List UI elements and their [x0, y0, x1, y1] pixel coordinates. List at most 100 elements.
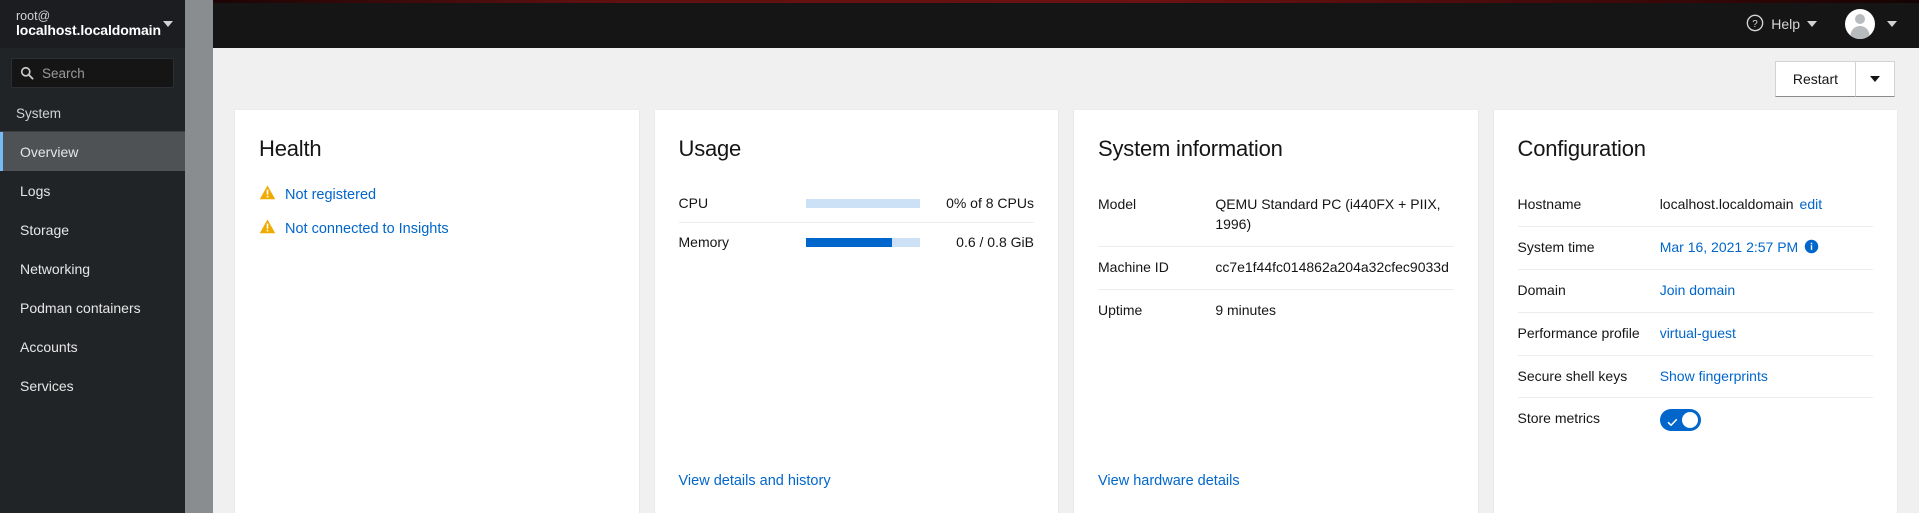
usage-card: Usage CPU 0% of 8 CPUs Memory 0.6 / 0.8 …: [654, 110, 1058, 513]
sidebar-item-label: Services: [20, 377, 74, 394]
usage-card-title: Usage: [678, 136, 742, 161]
row-key: Secure shell keys: [1517, 354, 1660, 398]
view-hardware-details-link[interactable]: View hardware details: [1098, 455, 1454, 513]
restart-button[interactable]: Restart: [1774, 61, 1855, 97]
search-box[interactable]: [11, 58, 174, 88]
row-key: Model: [1098, 196, 1137, 212]
row-value: Mar 16, 2021 2:57 PM: [1659, 225, 1873, 270]
usage-row-value: 0% of 8 CPUs: [946, 195, 1034, 211]
system-information-card-title: System information: [1098, 136, 1283, 161]
sidebar-scrollbar-gutter[interactable]: [185, 0, 213, 513]
sidebar-item-networking[interactable]: Networking: [0, 249, 185, 288]
search-input[interactable]: [42, 59, 165, 87]
row-value: QEMU Standard PC (i440FX + PIIX, 1996): [1215, 196, 1441, 232]
top-header-bar: ? Help: [213, 0, 1919, 48]
sidebar-item-services[interactable]: Services: [0, 366, 185, 405]
usage-row-value: 0.6 / 0.8 GiB: [934, 222, 1034, 261]
row-key: Machine ID: [1098, 245, 1216, 290]
memory-usage-bar-fill: [806, 237, 892, 247]
usage-row-bar-cell: [806, 222, 935, 261]
help-button[interactable]: ? Help: [1746, 14, 1817, 35]
performance-profile-link[interactable]: virtual-guest: [1660, 325, 1736, 341]
sidebar-item-label: Networking: [20, 260, 91, 277]
nav-group-title: System: [16, 106, 62, 121]
host-switcher[interactable]: root@ localhost.localdomain: [0, 0, 185, 48]
configuration-table: Hostname localhost.localdomain edit Syste…: [1517, 184, 1874, 449]
warning-triangle-icon: [259, 218, 276, 240]
table-row: Uptime 9 minutes: [1098, 288, 1454, 332]
chevron-down-icon: [1870, 76, 1880, 82]
sidebar-item-label: Logs: [20, 182, 51, 199]
row-value: [1659, 397, 1873, 449]
help-label: Help: [1771, 16, 1800, 32]
health-item-label[interactable]: Not connected to Insights: [285, 221, 449, 237]
system-time-link[interactable]: Mar 16, 2021 2:57 PM: [1660, 238, 1799, 258]
main-content: ? Help Restart Health Not registered Not…: [213, 0, 1919, 513]
chevron-down-icon: [1887, 21, 1897, 27]
page-action-bar: Restart: [213, 48, 1919, 110]
sidebar-item-accounts[interactable]: Accounts: [0, 327, 185, 366]
row-key: Store metrics: [1517, 397, 1660, 449]
user-menu-button[interactable]: [1845, 9, 1897, 39]
usage-row-label: CPU: [678, 195, 709, 211]
sidebar-item-label: Accounts: [20, 338, 78, 355]
hostname-edit-link[interactable]: edit: [1800, 196, 1823, 212]
svg-text:?: ?: [1752, 18, 1758, 29]
config-row-hostname: Hostname localhost.localdomain edit: [1518, 184, 1874, 226]
row-key: System time: [1517, 225, 1660, 270]
usage-row-cpu: CPU 0% of 8 CPUs: [679, 184, 1035, 223]
row-value: cc7e1f44fc014862a204a32cfec9033d: [1215, 245, 1454, 290]
cards-row: Health Not registered Not connected to I…: [213, 110, 1919, 513]
sidebar-item-podman-containers[interactable]: Podman containers: [0, 288, 185, 327]
show-fingerprints-link[interactable]: Show fingerprints: [1660, 368, 1768, 384]
row-value: virtual-guest: [1659, 311, 1873, 355]
host-name-label: localhost.localdomain: [16, 22, 161, 39]
usage-row-bar-cell: [806, 184, 934, 223]
config-row-secure-shell-keys: Secure shell keys Show fingerprints: [1517, 354, 1873, 398]
configuration-card-title: Configuration: [1517, 136, 1646, 161]
sidebar: root@ localhost.localdomain System Overv…: [0, 0, 185, 513]
configuration-card-spacer: [1518, 448, 1874, 513]
health-item-not-connected-insights[interactable]: Not connected to Insights: [259, 218, 615, 240]
view-details-and-history-link[interactable]: View details and history: [679, 455, 1035, 513]
check-icon: [1667, 414, 1678, 434]
row-value: Show fingerprints: [1659, 354, 1873, 398]
restart-split-button: Restart: [1774, 61, 1895, 97]
sidebar-item-label: Storage: [20, 221, 70, 238]
question-circle-icon: ?: [1746, 14, 1764, 35]
store-metrics-toggle[interactable]: [1659, 409, 1701, 434]
usage-row-memory: Memory 0.6 / 0.8 GiB: [678, 222, 1034, 261]
chevron-down-icon: [163, 21, 173, 27]
health-card-title: Health: [259, 136, 322, 161]
health-card: Health Not registered Not connected to I…: [235, 110, 639, 513]
host-user-label: root@: [16, 8, 51, 23]
row-key: Domain: [1517, 268, 1660, 313]
table-row: Machine ID cc7e1f44fc014862a204a32cfec90…: [1098, 245, 1454, 290]
sidebar-item-overview[interactable]: Overview: [0, 132, 185, 171]
health-card-spacer: [259, 252, 615, 513]
system-information-card: System information Model QEMU Standard P…: [1074, 110, 1478, 513]
table-row: Model QEMU Standard PC (i440FX + PIIX, 1…: [1098, 184, 1454, 246]
sidebar-item-storage[interactable]: Storage: [0, 210, 185, 249]
config-row-performance-profile: Performance profile virtual-guest: [1517, 311, 1873, 355]
hostname-value: localhost.localdomain: [1659, 196, 1794, 212]
toggle-knob: [1681, 412, 1698, 429]
restart-dropdown-toggle[interactable]: [1855, 61, 1895, 97]
configuration-card: Configuration Hostname localhost.localdo…: [1493, 110, 1897, 513]
health-item-not-registered[interactable]: Not registered: [259, 184, 615, 206]
row-value: Join domain: [1659, 268, 1873, 313]
row-key: Uptime: [1098, 288, 1216, 332]
system-information-table: Model QEMU Standard PC (i440FX + PIIX, 1…: [1098, 184, 1454, 332]
chevron-down-icon: [1807, 21, 1817, 27]
config-row-store-metrics: Store metrics: [1517, 397, 1873, 449]
search-container: [0, 48, 185, 98]
sidebar-item-logs[interactable]: Logs: [0, 171, 185, 210]
info-circle-icon[interactable]: [1804, 238, 1819, 258]
join-domain-link[interactable]: Join domain: [1660, 282, 1736, 298]
search-icon: [20, 66, 34, 80]
config-row-domain: Domain Join domain: [1517, 268, 1873, 313]
warning-triangle-icon: [259, 184, 276, 206]
row-key: Hostname: [1517, 196, 1582, 212]
row-value: localhost.localdomain edit: [1660, 184, 1873, 226]
health-item-label[interactable]: Not registered: [285, 187, 376, 203]
